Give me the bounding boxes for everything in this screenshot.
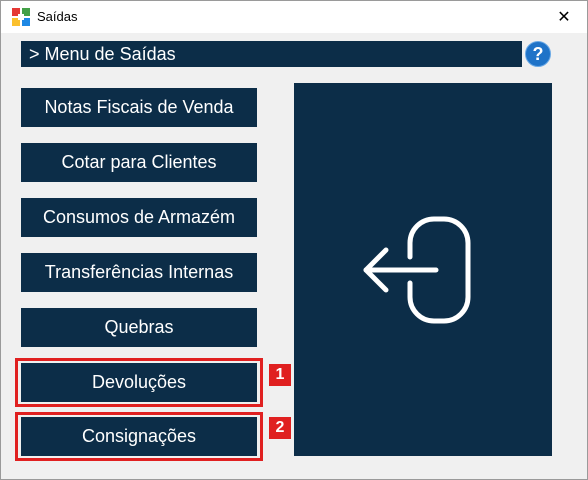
quebras-button[interactable]: Quebras <box>21 308 257 347</box>
menu-button-label: Consumos de Armazém <box>42 207 236 227</box>
cotar-para-clientes-button[interactable]: Cotar para Clientes <box>21 143 257 182</box>
highlight-badge-number: 2 <box>275 419 285 436</box>
highlight-badge-number: 1 <box>275 366 285 383</box>
help-button[interactable]: ? <box>525 41 551 67</box>
menu-button-label: Cotar para Clientes <box>61 152 217 172</box>
notas-fiscais-de-venda-button[interactable]: Notas Fiscais de Venda <box>21 88 257 127</box>
exit-icon-panel <box>294 83 552 456</box>
app-window: Saídas ✕ > Menu de Saídas ? Notas Fiscai… <box>0 0 588 480</box>
title-bar: Saídas ✕ <box>1 1 587 33</box>
menu-header: > Menu de Saídas <box>21 41 522 67</box>
menu-button-label: Notas Fiscais de Venda <box>44 97 234 117</box>
highlight-badge-2: 2 <box>269 417 291 439</box>
help-icon: ? <box>532 43 544 64</box>
menu-header-title: > Menu de Saídas <box>29 43 176 64</box>
close-icon: ✕ <box>557 9 571 26</box>
window-title: Saídas <box>37 9 78 24</box>
app-logo-icon <box>12 8 30 26</box>
menu-button-label: Quebras <box>104 317 174 337</box>
exit-arrow-icon <box>363 216 471 323</box>
highlight-badge-1: 1 <box>269 364 291 386</box>
menu-button-label: Transferências Internas <box>44 262 234 282</box>
highlight-box-2 <box>15 412 263 461</box>
consumos-de-armazem-button[interactable]: Consumos de Armazém <box>21 198 257 237</box>
transferencias-internas-button[interactable]: Transferências Internas <box>21 253 257 292</box>
highlight-box-1 <box>15 358 263 407</box>
close-button[interactable]: ✕ <box>541 1 587 33</box>
